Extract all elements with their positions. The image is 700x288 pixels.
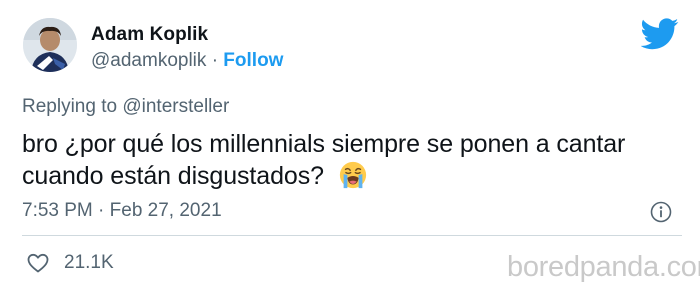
replying-to: Replying to @intersteller — [22, 96, 229, 118]
author-handle-row: @adamkoplik · Follow — [91, 50, 283, 72]
tweet-date: Feb 27, 2021 — [109, 200, 222, 221]
tweet-body: bro ¿por qué los millennials siempre se … — [22, 128, 682, 192]
avatar-image — [23, 18, 77, 72]
divider — [22, 235, 682, 236]
author-handle[interactable]: @adamkoplik — [91, 50, 206, 71]
loudly-crying-face-emoji-icon — [339, 161, 367, 189]
handle-separator: · — [211, 50, 219, 71]
tweet-card: Adam Koplik @adamkoplik · Follow Replyin… — [0, 0, 700, 288]
twitter-bird-icon[interactable] — [641, 18, 679, 50]
replying-prefix: Replying to — [22, 96, 118, 117]
tweet-timestamp[interactable]: 7:53 PM · Feb 27, 2021 — [22, 200, 222, 222]
info-icon[interactable] — [650, 201, 672, 223]
timestamp-separator: · — [98, 200, 105, 221]
follow-button[interactable]: Follow — [223, 50, 283, 71]
like-count: 21.1K — [64, 252, 114, 273]
like-button[interactable]: 21.1K — [26, 251, 114, 275]
tweet-text: bro ¿por qué los millennials siempre se … — [22, 130, 626, 190]
tweet-time: 7:53 PM — [22, 200, 93, 221]
reply-mention-link[interactable]: @intersteller — [122, 96, 229, 117]
watermark: boredpanda.com — [507, 251, 700, 283]
heart-icon — [27, 253, 49, 273]
author-display-name[interactable]: Adam Koplik — [91, 24, 208, 46]
avatar[interactable] — [23, 18, 77, 72]
